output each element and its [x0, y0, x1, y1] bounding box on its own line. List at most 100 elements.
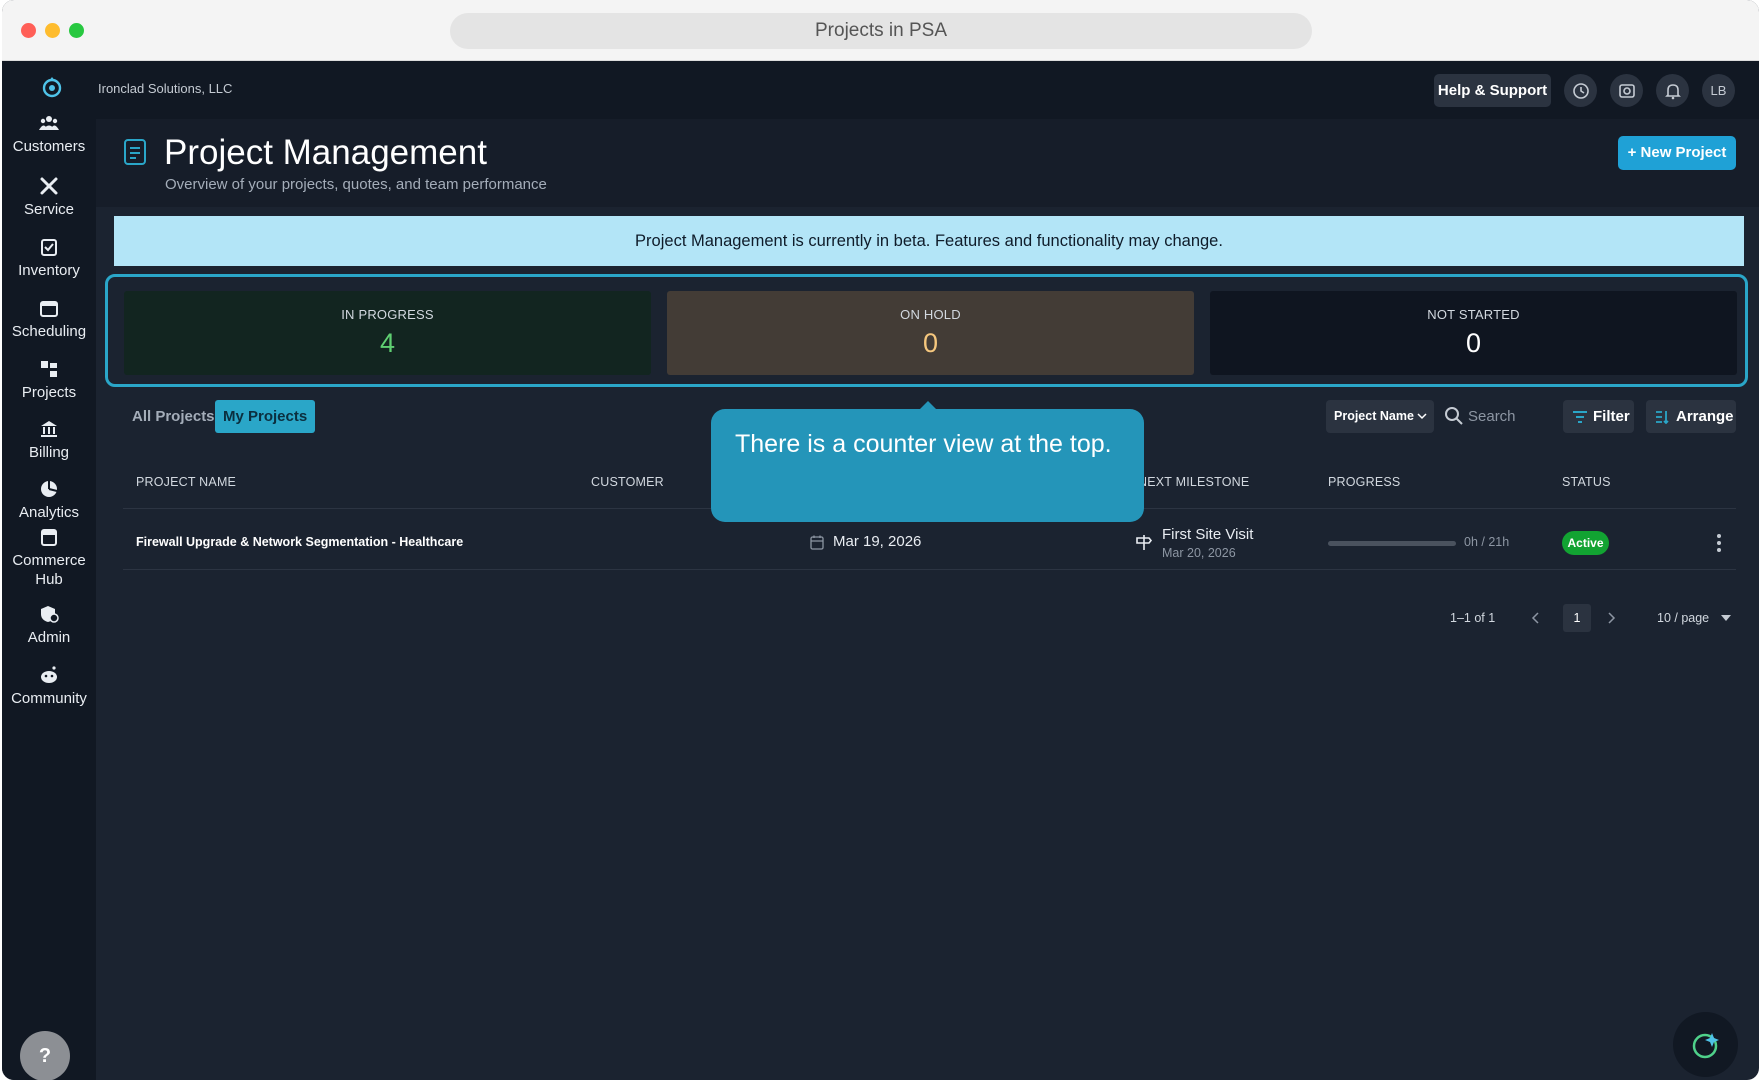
help-button[interactable]: ? [20, 1031, 70, 1080]
milestone-date: Mar 20, 2026 [1162, 546, 1236, 560]
ai-sparkle-icon [1692, 1032, 1719, 1058]
notifications-button[interactable] [1656, 74, 1689, 107]
column-header-next-milestone[interactable]: NEXT MILESTONE [1138, 475, 1249, 489]
search-field-select-value: Project Name [1334, 409, 1414, 423]
counter-value: 0 [922, 328, 939, 358]
pagination-range: 1–1 of 1 [1450, 611, 1496, 625]
calendar-icon [40, 301, 58, 317]
counter-on-hold[interactable]: ON HOLD 0 [667, 291, 1194, 375]
chevron-left-icon[interactable] [1531, 612, 1541, 624]
title-bar: Projects in PSA [2, 0, 1759, 61]
progress-hours: 0h / 21h [1464, 535, 1510, 549]
sidebar-item-analytics[interactable]: Analytics [2, 479, 96, 522]
search-field-select[interactable]: Project Name [1326, 400, 1434, 433]
window-title[interactable]: Projects in PSA [450, 13, 1312, 49]
history-icon [1572, 82, 1589, 99]
user-avatar[interactable]: LB [1702, 74, 1735, 107]
page-title: Project Management [164, 133, 487, 172]
status-badge: Active [1562, 531, 1609, 555]
close-window-button[interactable] [21, 23, 36, 38]
counter-value: 4 [379, 328, 396, 358]
sidebar-item-admin[interactable]: Admin [2, 604, 96, 647]
guide-tooltip: There is a counter view at the top. [711, 409, 1144, 522]
community-icon [41, 666, 57, 683]
sidebar-item-label: Analytics [18, 504, 80, 521]
inventory-icon [41, 239, 57, 256]
column-header-project-name[interactable]: PROJECT NAME [136, 475, 236, 489]
top-bar: Ironclad Solutions, LLC Help & Support L… [96, 61, 1759, 119]
store-icon [41, 529, 57, 546]
counter-view: IN PROGRESS 4 ON HOLD 0 NOT STARTED 0 [105, 274, 1748, 387]
sidebar-item-projects[interactable]: Projects [2, 359, 96, 402]
new-project-button[interactable]: + New Project [1618, 136, 1736, 170]
app-window: Projects in PSA Customers Service Invent… [2, 0, 1759, 1080]
page-subtitle: Overview of your projects, quotes, and t… [165, 176, 547, 193]
chevron-down-icon [1417, 413, 1427, 420]
sidebar-item-customers[interactable]: Customers [2, 113, 96, 156]
sidebar-item-inventory[interactable]: Inventory [2, 237, 96, 280]
page-size-select[interactable]: 10 / page [1657, 611, 1709, 625]
sidebar-item-community[interactable]: Community [2, 665, 96, 708]
arrange-icon [1656, 410, 1669, 424]
beta-banner: Project Management is currently in beta.… [114, 216, 1744, 266]
sidebar-item-commerce-hub[interactable]: Commerce Hub [2, 527, 96, 589]
counter-label: IN PROGRESS [341, 307, 434, 322]
column-header-status[interactable]: STATUS [1562, 475, 1611, 489]
tab-all-projects[interactable]: All Projects [124, 400, 223, 433]
app-logo-icon[interactable] [40, 75, 64, 99]
sidebar-item-label: Service [23, 201, 75, 218]
maximize-window-button[interactable] [69, 23, 84, 38]
project-name-cell[interactable]: Firewall Upgrade & Network Segmentation … [136, 535, 463, 549]
ai-assistant-button[interactable] [1673, 1012, 1738, 1077]
milestone-name: First Site Visit [1162, 526, 1254, 543]
sidebar-item-label: Community [11, 690, 87, 707]
counter-not-started[interactable]: NOT STARTED 0 [1210, 291, 1737, 375]
customers-icon [39, 116, 59, 130]
table-row-divider [123, 569, 1736, 570]
sidebar-item-label: Scheduling [11, 323, 87, 340]
arrange-button[interactable]: Arrange [1646, 400, 1736, 433]
sidebar: Customers Service Inventory Scheduling P… [2, 61, 96, 1080]
sidebar-item-label: Commerce Hub [12, 552, 86, 588]
page-header: Project Management Overview of your proj… [96, 119, 1759, 207]
filter-button[interactable]: Filter [1563, 400, 1634, 433]
tab-my-projects[interactable]: My Projects [215, 400, 316, 433]
screenshot-button[interactable] [1610, 74, 1643, 107]
counter-label: NOT STARTED [1427, 307, 1520, 322]
more-options-icon[interactable] [1716, 533, 1722, 553]
pagination-page-1[interactable]: 1 [1563, 604, 1591, 632]
calendar-icon [810, 535, 824, 550]
organization-name: Ironclad Solutions, LLC [98, 81, 233, 96]
column-header-progress[interactable]: PROGRESS [1328, 475, 1400, 489]
counter-in-progress[interactable]: IN PROGRESS 4 [124, 291, 651, 375]
counter-value: 0 [1465, 328, 1482, 358]
service-icon [40, 177, 58, 195]
bell-icon [1664, 83, 1681, 99]
admin-shield-icon [41, 606, 59, 623]
sidebar-item-label: Inventory [18, 262, 80, 279]
chevron-right-icon[interactable] [1606, 612, 1616, 624]
progress-bar [1328, 541, 1456, 546]
minimize-window-button[interactable] [45, 23, 60, 38]
camera-icon [1618, 83, 1635, 98]
signpost-icon [1136, 535, 1153, 550]
sidebar-item-label: Projects [21, 384, 77, 401]
help-support-button[interactable]: Help & Support [1434, 74, 1551, 107]
search-icon [1445, 407, 1463, 425]
sidebar-item-scheduling[interactable]: Scheduling [2, 298, 96, 341]
counter-label: ON HOLD [900, 307, 961, 322]
pie-chart-icon [41, 480, 58, 497]
filter-label: Filter [1593, 408, 1630, 425]
history-button[interactable] [1564, 74, 1597, 107]
sidebar-item-billing[interactable]: Billing [2, 419, 96, 462]
sidebar-item-label: Customers [12, 138, 86, 155]
sidebar-item-label: Billing [28, 444, 70, 461]
sidebar-item-service[interactable]: Service [2, 176, 96, 219]
filter-icon [1573, 410, 1587, 423]
document-icon [124, 139, 146, 165]
caret-down-icon[interactable] [1721, 615, 1731, 621]
search-input[interactable] [1468, 402, 1558, 430]
column-header-customer[interactable]: CUSTOMER [591, 475, 664, 489]
bank-icon [41, 421, 57, 437]
project-date-cell: Mar 19, 2026 [833, 533, 922, 550]
